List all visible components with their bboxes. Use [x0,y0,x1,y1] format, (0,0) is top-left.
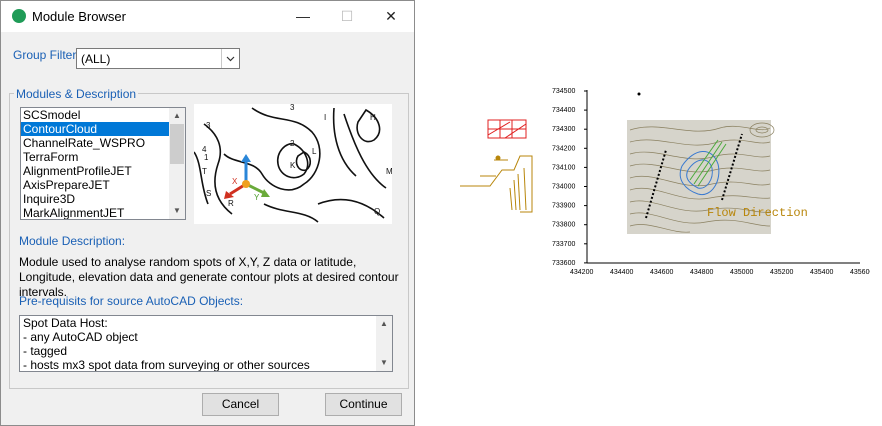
group-filter-value: (ALL) [81,52,111,66]
scroll-up-icon[interactable]: ▲ [376,316,392,332]
modules-label: Modules & Description [14,87,139,101]
y-tick-label: 733700 [552,241,575,248]
preview-label: X [232,177,238,186]
list-item[interactable]: ContourCloud [21,122,185,136]
y-tick-label: 734300 [552,126,575,133]
preview-label: 1 [204,153,209,162]
x-tick-label: 435200 [770,269,793,276]
preview-label: 2 [290,139,295,148]
list-item[interactable]: TerraForm [21,150,185,164]
scroll-down-icon[interactable]: ▼ [169,203,185,219]
x-tick-label: 434400 [610,269,633,276]
list-item[interactable]: SCSmodel [21,108,185,122]
app-icon [12,9,26,23]
group-filter-label: Group Filter [13,48,77,62]
minimize-button[interactable]: — [285,5,321,27]
preview-label: S [206,189,211,198]
preview-label: 3 [206,121,211,130]
y-tick-label: 733800 [552,222,575,229]
x-tick-label: 435400 [810,269,833,276]
preview-label: L [312,147,317,156]
grid-symbol-icon [487,119,527,139]
y-tick-label: 734400 [552,107,575,114]
group-filter-select[interactable]: (ALL) [76,48,240,69]
preview-label: I [324,113,326,122]
list-item[interactable]: AxisPrepareJET [21,178,185,192]
y-tick-label: 733600 [552,260,575,267]
list-scrollbar[interactable]: ▲ ▼ [169,108,185,219]
module-browser-dialog: Module Browser — ☐ ✕ Group Filter (ALL) … [0,0,415,426]
preview-label: H [370,113,376,122]
scroll-down-icon[interactable]: ▼ [376,355,392,371]
y-tick-label: 734200 [552,145,575,152]
list-item[interactable]: AlignmentProfileJET [21,164,185,178]
preview-label: M [386,167,392,176]
preview-label: Q [374,207,380,216]
x-tick-label: 435000 [730,269,753,276]
title-bar[interactable]: Module Browser — ☐ ✕ [1,1,414,32]
y-tick-label: 734100 [552,164,575,171]
close-button[interactable]: ✕ [373,5,409,27]
prereq-line: - hosts mx3 spot data from surveying or … [23,358,310,372]
chevron-down-icon[interactable] [221,49,239,68]
preview-label: 3 [290,104,295,112]
prereq-line: - tagged [23,344,68,358]
prereq-line: Spot Data Host: [23,316,108,330]
prereq-scrollbar[interactable]: ▲ ▼ [376,316,392,371]
cancel-button[interactable]: Cancel [202,393,279,416]
preview-label: T [202,167,207,176]
scroll-thumb[interactable] [170,124,184,164]
x-tick-label: 434800 [690,269,713,276]
cad-drawing: 734500 734400 734300 734200 734100 734000 7339… [450,80,873,283]
preview-label: Y [254,193,260,202]
y-tick-label: 734000 [552,184,575,191]
x-tick-label: 434200 [570,269,593,276]
window-title: Module Browser [32,9,126,24]
x-tick-label: 434600 [650,269,673,276]
preview-label: R [228,199,234,208]
list-item[interactable]: Inquire3D [21,192,185,206]
modules-listbox[interactable]: SCSmodel ContourCloud ChannelRate_WSPRO Ter… [20,107,186,220]
y-tick-label: 733900 [552,203,575,210]
prereq-line: - any AutoCAD object [23,330,138,344]
continue-button[interactable]: Continue [325,393,402,416]
prerequisites-label: Pre-requisits for source AutoCAD Objects… [19,294,244,308]
y-tick-label: 734500 [552,88,575,95]
flow-direction-annotation: Flow Direction [707,206,808,220]
prerequisites-textarea[interactable]: Spot Data Host: - any AutoCAD object - tag… [19,315,393,372]
scroll-up-icon[interactable]: ▲ [169,108,185,124]
preview-label: K [290,161,296,170]
module-preview-image: 3 I H 3 4 1 2 L T K M S R Q Y X [193,103,393,224]
list-item[interactable]: MarkAlignmentJET [21,206,185,219]
x-tick-label: 435600 [850,269,870,276]
list-item[interactable]: ChannelRate_WSPRO [21,136,185,150]
maximize-button[interactable]: ☐ [329,5,365,27]
module-description-label: Module Description: [19,234,126,248]
channel-section-icon [460,155,533,213]
